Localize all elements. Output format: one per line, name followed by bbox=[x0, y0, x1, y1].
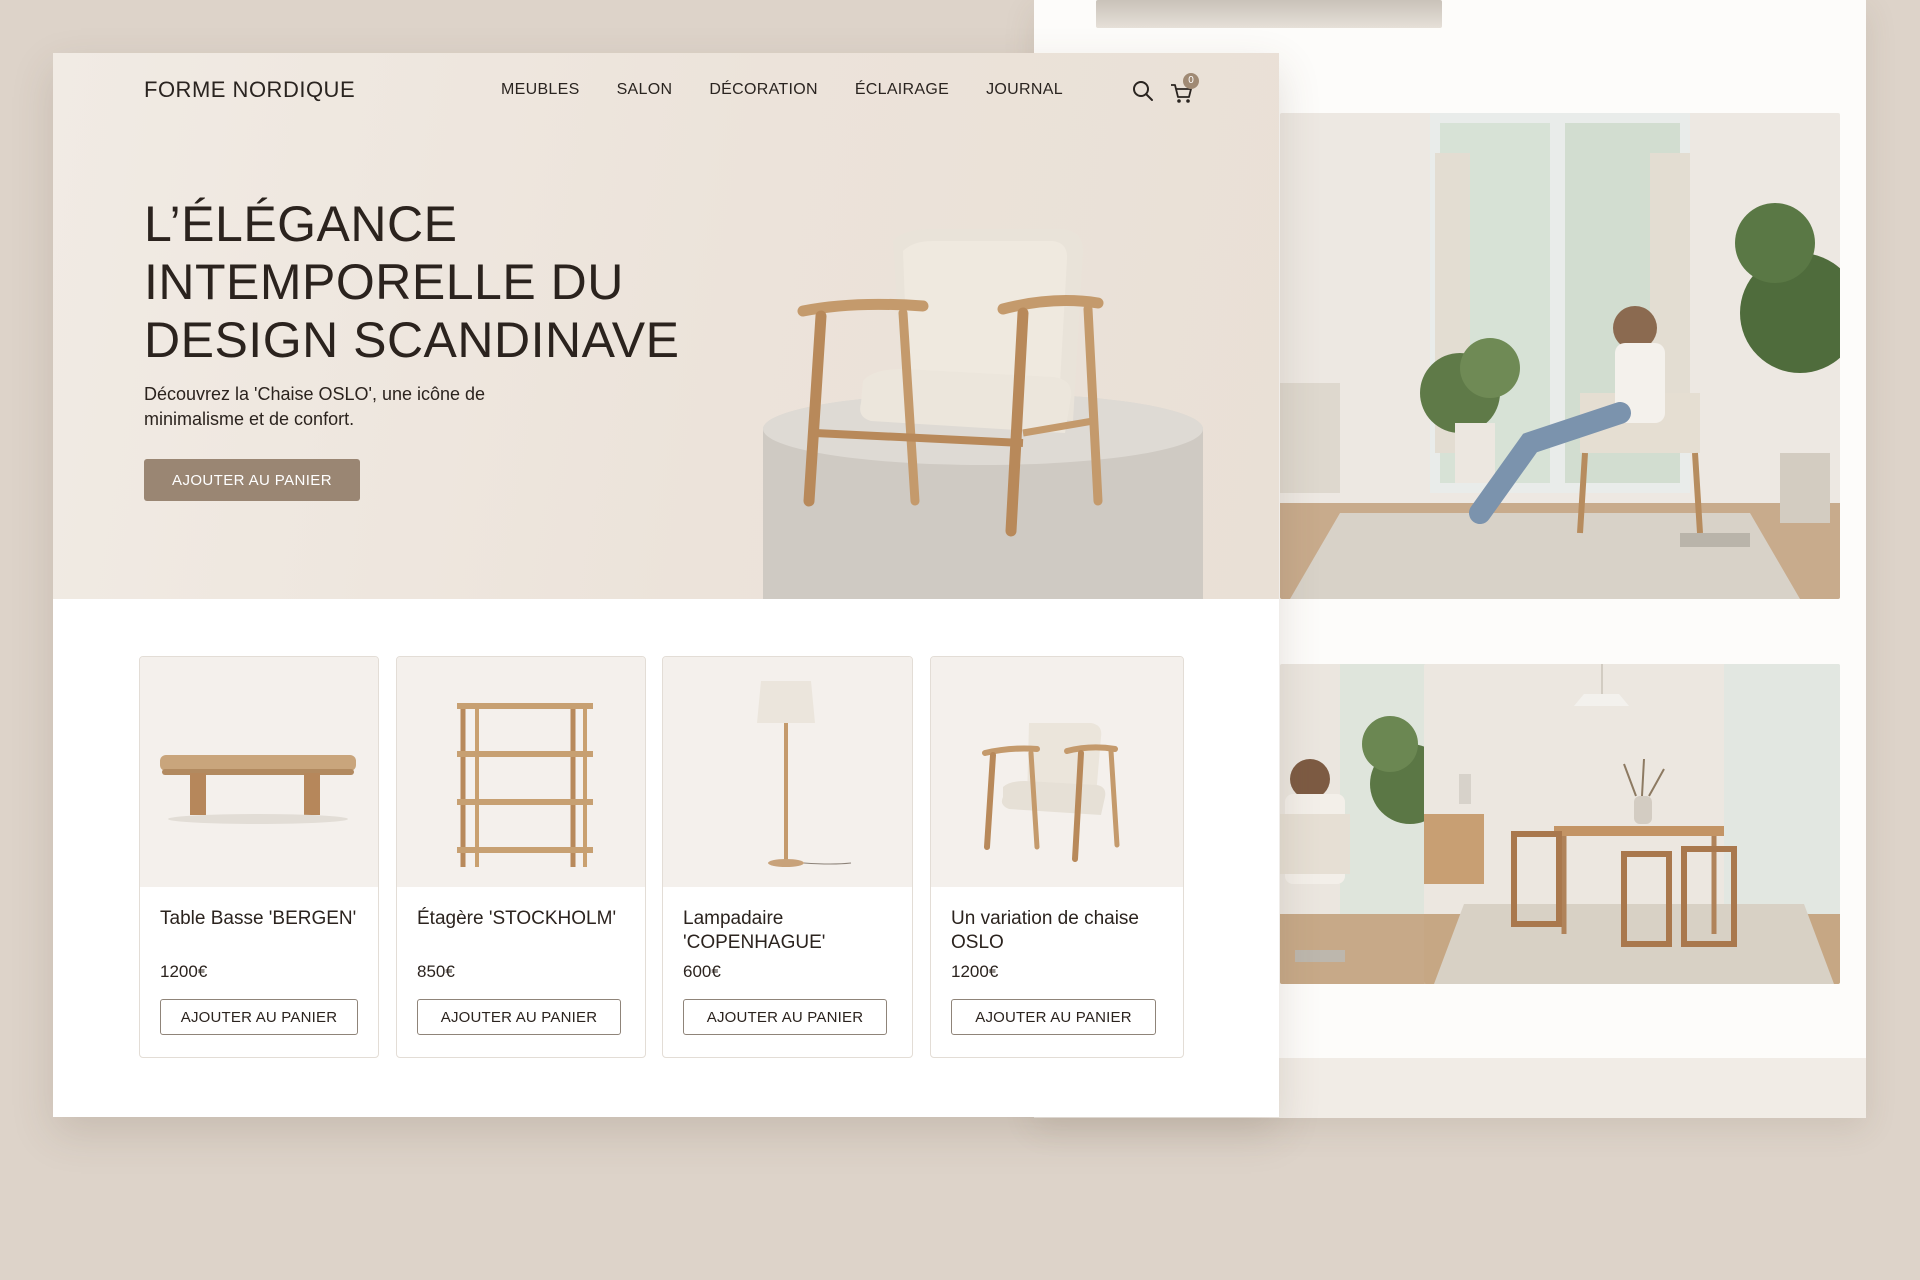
product-card[interactable]: Lampadaire 'COPENHAGUE' 600€ AJOUTER AU … bbox=[662, 656, 913, 1058]
hero-title-line: INTEMPORELLE DU bbox=[144, 254, 624, 310]
main-nav: MEUBLES SALON DÉCORATION ÉCLAIRAGE JOURN… bbox=[501, 81, 1063, 99]
nav-link-decoration[interactable]: DÉCORATION bbox=[709, 81, 817, 99]
product-card[interactable]: Étagère 'STOCKHOLM' 850€ AJOUTER AU PANI… bbox=[396, 656, 646, 1058]
product-image-coffee-table bbox=[140, 657, 378, 887]
product-price: 850€ bbox=[417, 962, 455, 981]
product-image-armchair bbox=[931, 657, 1183, 887]
product-price: 600€ bbox=[683, 962, 721, 981]
cart-count-badge: 0 bbox=[1183, 73, 1199, 89]
search-icon bbox=[1133, 81, 1153, 101]
nav-link-eclairage[interactable]: ÉCLAIRAGE bbox=[855, 81, 949, 99]
nav-link-salon[interactable]: SALON bbox=[617, 81, 673, 99]
product-image-floor-lamp bbox=[663, 657, 912, 887]
hero-section: FORME NORDIQUE MEUBLES SALON DÉCORATION … bbox=[53, 53, 1279, 599]
product-name: Un variation de chaise OSLO bbox=[951, 908, 1139, 953]
reading-corner-photo bbox=[1280, 664, 1446, 984]
hero-title: L’ÉLÉGANCE INTEMPORELLE DU DESIGN SCANDI… bbox=[144, 195, 704, 369]
hero-armchair-image bbox=[753, 171, 1253, 599]
hero-add-to-cart-button[interactable]: AJOUTER AU PANIER bbox=[144, 459, 360, 501]
product-card[interactable]: Un variation de chaise OSLO 1200€ AJOUTE… bbox=[930, 656, 1184, 1058]
hero-title-line: DESIGN SCANDINAVE bbox=[144, 312, 680, 368]
product-card[interactable]: Table Basse 'BERGEN' 1200€ AJOUTER AU PA… bbox=[139, 656, 379, 1058]
hero-subtitle: Découvrez la 'Chaise OSLO', une icône de… bbox=[144, 384, 486, 429]
add-to-cart-button[interactable]: AJOUTER AU PANIER bbox=[683, 999, 887, 1035]
search-button[interactable] bbox=[1131, 79, 1155, 103]
nav-link-journal[interactable]: JOURNAL bbox=[986, 81, 1063, 99]
main-page: FORME NORDIQUE MEUBLES SALON DÉCORATION … bbox=[53, 53, 1279, 1117]
add-to-cart-button[interactable]: AJOUTER AU PANIER bbox=[417, 999, 621, 1035]
add-to-cart-button[interactable]: AJOUTER AU PANIER bbox=[951, 999, 1156, 1035]
brand-logo[interactable]: FORME NORDIQUE bbox=[144, 77, 355, 103]
dining-room-photo bbox=[1424, 664, 1840, 984]
nav-link-meubles[interactable]: MEUBLES bbox=[501, 81, 580, 99]
hero-title-line: L’ÉLÉGANCE bbox=[144, 196, 458, 252]
product-price: 1200€ bbox=[951, 962, 999, 981]
living-room-photo bbox=[1280, 113, 1840, 599]
add-to-cart-button[interactable]: AJOUTER AU PANIER bbox=[160, 999, 358, 1035]
top-thumbnail-photo bbox=[1096, 0, 1442, 28]
product-name: Étagère 'STOCKHOLM' bbox=[417, 908, 617, 929]
product-name: Table Basse 'BERGEN' bbox=[160, 908, 357, 929]
product-image-shelf bbox=[397, 657, 645, 887]
cart-button[interactable]: 0 bbox=[1169, 73, 1199, 105]
product-name: Lampadaire 'COPENHAGUE' bbox=[683, 908, 826, 953]
product-price: 1200€ bbox=[160, 962, 208, 981]
